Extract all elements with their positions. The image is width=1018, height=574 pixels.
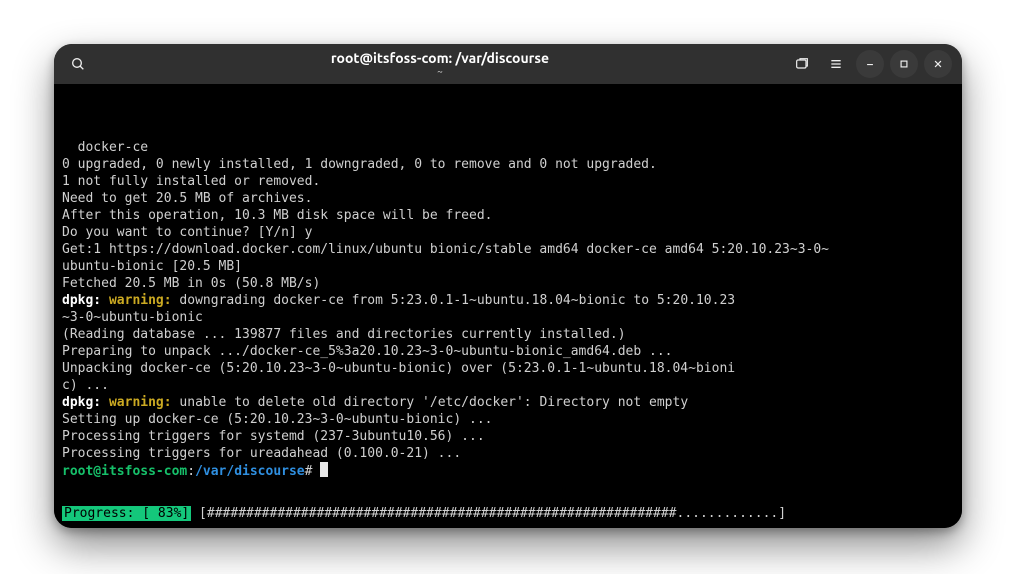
terminal-line: Fetched 20.5 MB in 0s (50.8 MB/s) [62,275,954,292]
progress-label: Progress: [ 83%] [62,506,191,521]
terminal-line: Need to get 20.5 MB of archives. [62,190,954,207]
terminal-line: Do you want to continue? [Y/n] y [62,224,954,241]
terminal-line: (Reading database ... 139877 files and d… [62,326,954,343]
terminal-line: Get:1 https://download.docker.com/linux/… [62,241,954,258]
terminal-line: 1 not fully installed or removed. [62,173,954,190]
terminal-line: c) ... [62,377,954,394]
maximize-button[interactable] [890,50,918,78]
window-title: root@itsfoss-com: /var/discourse ~ [92,51,788,77]
terminal-line: docker-ce [62,139,954,156]
terminal-line: dpkg: warning: downgrading docker-ce fro… [62,292,954,309]
terminal-line: Setting up docker-ce (5:20.10.23~3-0~ubu… [62,411,954,428]
search-icon[interactable] [64,50,92,78]
close-button[interactable] [924,50,952,78]
terminal-line: Processing triggers for ureadahead (0.10… [62,445,954,462]
terminal-line: dpkg: warning: unable to delete old dire… [62,394,954,411]
terminal-window: root@itsfoss-com: /var/discourse ~ [54,44,962,528]
prompt-line[interactable]: root@itsfoss-com:/var/discourse# [62,462,954,480]
terminal-line: After this operation, 10.3 MB disk space… [62,207,954,224]
terminal-line: ~3-0~ubuntu-bionic [62,309,954,326]
progress-row: Progress: [ 83%] [######################… [54,505,962,522]
terminal-line: 0 upgraded, 0 newly installed, 1 downgra… [62,156,954,173]
titlebar: root@itsfoss-com: /var/discourse ~ [54,44,962,84]
window-title-main: root@itsfoss-com: /var/discourse [92,51,788,66]
new-tab-icon[interactable] [788,50,816,78]
menu-icon[interactable] [822,50,850,78]
terminal-line: ubuntu-bionic [20.5 MB] [62,258,954,275]
cursor [320,462,328,477]
minimize-button[interactable] [856,50,884,78]
terminal-line: Unpacking docker-ce (5:20.10.23~3-0~ubun… [62,360,954,377]
progress-bar: [#######################################… [191,506,794,521]
terminal-line: Processing triggers for systemd (237-3ub… [62,428,954,445]
window-title-sub: ~ [92,66,788,77]
terminal-line: Preparing to unpack .../docker-ce_5%3a20… [62,343,954,360]
terminal-output[interactable]: docker-ce0 upgraded, 0 newly installed, … [54,84,962,528]
